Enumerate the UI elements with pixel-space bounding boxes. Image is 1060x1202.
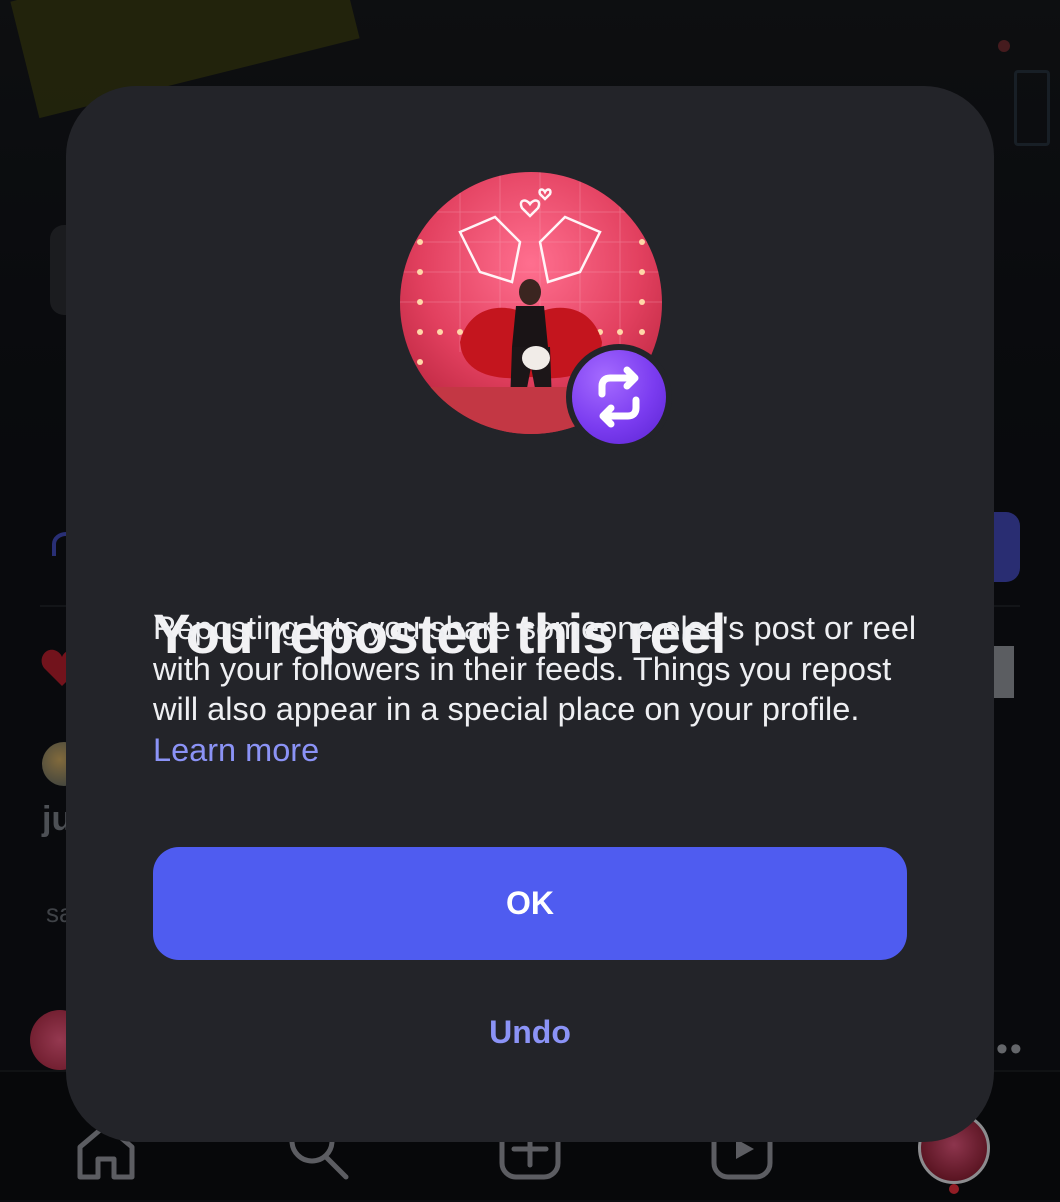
ok-button[interactable]: OK [153, 847, 907, 960]
undo-button[interactable]: Undo [446, 1004, 614, 1060]
learn-more-link[interactable]: Learn more [153, 732, 319, 768]
dialog-body-text: Reposting lets you share someone else's … [153, 610, 917, 728]
repost-icon [598, 366, 640, 428]
repost-badge [566, 344, 672, 450]
dialog-body: Reposting lets you share someone else's … [153, 608, 923, 770]
repost-confirmation-dialog: You reposted this reel Reposting lets yo… [66, 86, 994, 1142]
